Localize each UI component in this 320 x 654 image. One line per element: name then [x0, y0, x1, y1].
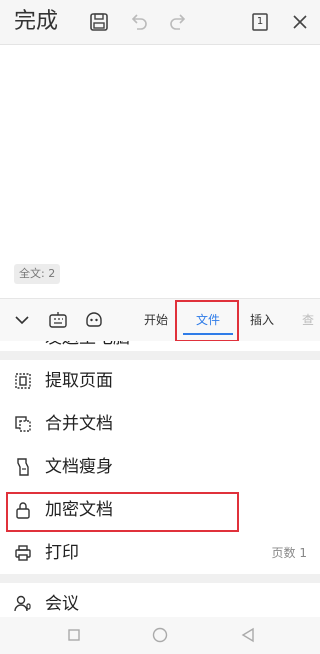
section-divider — [0, 574, 320, 583]
menu-item-label: 提取页面 — [45, 371, 113, 391]
save-icon[interactable] — [89, 12, 109, 32]
done-button[interactable]: 完成 — [14, 8, 58, 36]
word-count-badge: 全文: 2 — [14, 264, 61, 284]
menu-item-label: 会议 — [45, 594, 79, 614]
close-icon[interactable] — [290, 12, 310, 32]
chevron-down-icon[interactable] — [11, 309, 33, 331]
menu-item-extract-pages[interactable]: 提取页面 — [0, 360, 320, 402]
recent-apps-icon[interactable] — [64, 625, 84, 645]
menu-item-label: 合并文档 — [45, 414, 113, 434]
page-view-icon[interactable]: 1 — [250, 12, 270, 32]
menu-item-send-to-pc-partial[interactable]: 发送至电脑 — [0, 341, 320, 351]
print-page-count: 页数 1 — [271, 546, 307, 560]
home-icon[interactable] — [150, 625, 170, 645]
page-count-badge: 1 — [256, 16, 264, 27]
menu-item-slim-document[interactable]: 文档瘦身 — [0, 446, 320, 488]
tab-insert[interactable]: 插入 — [250, 299, 274, 341]
keyboard-icon[interactable] — [47, 309, 69, 331]
menu-item-label: 打印 — [45, 543, 79, 563]
top-bar: 完成 1 — [0, 0, 320, 45]
extract-pages-icon — [15, 373, 31, 389]
tab-start[interactable]: 开始 — [144, 299, 168, 341]
menu-item-merge-documents[interactable]: 合并文档 — [0, 403, 320, 445]
merge-documents-icon — [15, 416, 31, 432]
meeting-icon — [14, 595, 31, 612]
system-nav-bar — [0, 617, 320, 654]
assistant-icon[interactable] — [83, 309, 105, 331]
menu-item-meeting[interactable]: 会议 — [0, 583, 320, 617]
active-tab-indicator — [183, 333, 233, 335]
lock-icon — [16, 502, 30, 519]
redo-icon[interactable] — [168, 12, 188, 32]
undo-icon[interactable] — [129, 12, 149, 32]
menu-item-label: 文档瘦身 — [45, 457, 113, 477]
menu-item-label: 加密文档 — [45, 500, 113, 520]
bottom-toolbar: 开始 文件 插入 查 — [0, 298, 320, 342]
document-canvas[interactable] — [0, 45, 320, 297]
section-divider — [0, 351, 320, 360]
menu-item-print[interactable]: 打印 页数 1 — [0, 532, 320, 574]
slim-document-icon — [17, 458, 29, 476]
back-icon[interactable] — [238, 625, 258, 645]
printer-icon — [15, 545, 31, 561]
tab-view-partial[interactable]: 查 — [302, 299, 314, 341]
menu-item-encrypt-document[interactable]: 加密文档 — [0, 489, 320, 531]
menu-item-label: 发送至电脑 — [45, 341, 130, 349]
